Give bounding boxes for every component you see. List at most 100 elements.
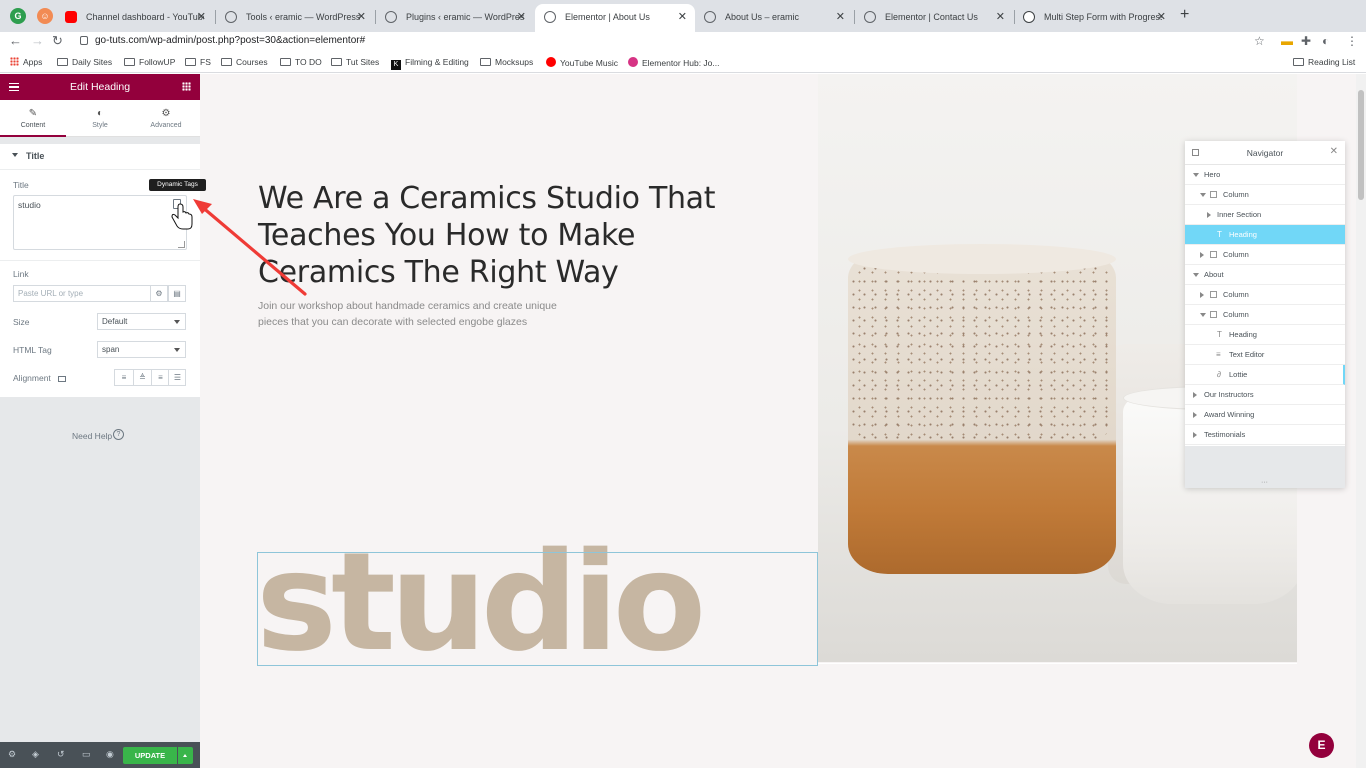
close-icon[interactable]: ✕ [1330,146,1338,157]
close-tab-icon[interactable]: ✕ [678,4,687,30]
align-left-icon[interactable]: ≡ [115,370,133,385]
bookmark-folder[interactable]: Tut Sites [331,57,379,68]
hero-heading[interactable]: We Are a Ceramics Studio That Teaches Yo… [258,180,728,291]
navigator-item-column[interactable]: Column [1185,245,1345,265]
bookmark-folder[interactable]: Daily Sites [57,57,112,68]
bookmark-folder[interactable]: FollowUP [124,57,175,68]
navigator-item-column[interactable]: Column [1185,285,1345,305]
bookmark-filming[interactable]: K Filming & Editing [391,57,469,70]
update-options-button[interactable] [178,747,193,764]
scrollbar-thumb[interactable] [1358,90,1364,200]
bookmark-elementor-hub[interactable]: Elementor Hub: Jo... [628,57,719,69]
link-dynamic-icon[interactable]: ▤ [168,285,186,302]
navigator-item-about[interactable]: About [1185,265,1345,285]
folder-icon [221,58,232,66]
help-circle-icon[interactable]: ? [113,429,124,440]
caret-right-icon [1193,412,1197,418]
navigator-item-hero[interactable]: Hero [1185,165,1345,185]
address-bar[interactable]: go-tuts.com/wp-admin/post.php?post=30&ac… [95,35,365,46]
bookmark-folder[interactable]: Mocksups [480,57,533,68]
panel-title: Edit Heading [69,81,131,93]
align-justify-icon[interactable]: ☰ [168,370,186,385]
menu-dots-icon[interactable]: ⋮ [1346,34,1358,48]
bookmark-folder[interactable]: TO DO [280,57,322,68]
forward-icon[interactable]: → [31,33,44,49]
tab-advanced[interactable]: ⚙ Advanced [133,100,199,137]
section-toggle-title[interactable]: Title [0,144,200,170]
new-tab-button[interactable]: + [1180,6,1189,24]
reload-icon[interactable]: ↻ [52,33,63,49]
extension-icon[interactable]: ▬ [1281,34,1293,48]
profile-icon[interactable]: ◐ [1322,34,1329,48]
resize-handle-icon[interactable]: ··· [1261,479,1268,486]
navigator-item-testimonials[interactable]: Testimonials [1185,425,1345,445]
browser-tab[interactable]: Plugins ‹ eramic — WordPress ✕ [376,4,534,32]
settings-icon[interactable]: ⚙ [8,749,16,760]
pinned-tab-icon[interactable]: ☺ [37,8,53,24]
size-select[interactable]: Default [97,313,186,330]
text-editor-icon: ≡ [1216,350,1221,359]
navigator-item-heading-selected[interactable]: T Heading [1185,225,1345,245]
selected-element-outline[interactable] [257,552,818,666]
responsive-icon[interactable]: ▭ [82,749,91,760]
navigator-item-column[interactable]: Column [1185,305,1345,325]
title-textarea[interactable]: studio [13,195,187,250]
hero-subtext[interactable]: Join our workshop about handmade ceramic… [258,298,568,330]
bookmark-apps[interactable]: Apps [10,57,42,68]
history-icon[interactable]: ↺ [57,749,65,760]
widgets-grid-icon[interactable] [182,82,191,91]
tab-style[interactable]: ◐ Style [67,100,133,137]
layers-icon[interactable]: ◈ [32,749,39,760]
elementor-logo-icon[interactable]: E [1309,733,1334,758]
alignment-label: Alignment [13,373,51,383]
html-tag-select[interactable]: span [97,341,186,358]
need-help-link[interactable]: Need Help [72,431,112,441]
navigator-header[interactable]: Navigator ✕ [1185,141,1345,165]
column-icon [1210,191,1217,198]
link-options-gear-icon[interactable]: ⚙ [150,285,168,302]
navigator-item-our-instructors[interactable]: Our Instructors [1185,385,1345,405]
pencil-icon: ✎ [28,108,38,119]
tab-content[interactable]: ✎ Content [0,100,66,137]
bookmark-folder[interactable]: Courses [221,57,268,68]
puzzle-icon[interactable]: ✚ [1301,34,1311,48]
navigator-item-column[interactable]: Column [1185,185,1345,205]
bookmark-star-icon[interactable]: ☆ [1254,34,1265,48]
close-tab-icon[interactable]: ✕ [996,4,1005,30]
globe-icon [385,11,397,23]
resize-grip-icon[interactable] [178,241,185,248]
browser-tab[interactable]: Channel dashboard - YouTube ✕ [56,4,214,32]
preview-eye-icon[interactable]: ◉ [106,749,114,760]
close-tab-icon[interactable]: ✕ [517,4,526,30]
reading-list[interactable]: Reading List [1293,57,1355,68]
align-center-icon[interactable]: ≜ [133,370,151,385]
navigator-item-award-winning[interactable]: Award Winning [1185,405,1345,425]
browser-tab[interactable]: About Us – eramic ✕ [695,4,853,32]
dynamic-tags-icon[interactable] [173,199,181,209]
editor-canvas[interactable]: We Are a Ceramics Studio That Teaches Yo… [200,74,1356,768]
update-button[interactable]: UPDATE [123,747,177,764]
lock-icon[interactable] [80,36,88,45]
bookmark-youtube-music[interactable]: YouTube Music [546,57,618,69]
close-tab-icon[interactable]: ✕ [357,4,366,30]
browser-tab[interactable]: Tools ‹ eramic — WordPress ✕ [216,4,374,32]
responsive-device-icon[interactable] [58,376,66,382]
align-right-icon[interactable]: ≡ [151,370,169,385]
browser-tab[interactable]: Multi Step Form with Progress ✕ [1014,4,1174,32]
browser-tab-active[interactable]: Elementor | About Us ✕ [535,4,695,32]
close-tab-icon[interactable]: ✕ [836,4,845,30]
close-tab-icon[interactable]: ✕ [1157,4,1166,30]
caret-down-icon [1200,193,1206,197]
pinned-tab-icon[interactable]: G [10,8,26,24]
page-scrollbar[interactable] [1356,74,1366,768]
close-tab-icon[interactable]: ✕ [197,4,206,30]
navigator-item-lottie[interactable]: ∂ Lottie [1185,365,1345,385]
navigator-item-text-editor[interactable]: ≡ Text Editor [1185,345,1345,365]
browser-tab[interactable]: Elementor | Contact Us ✕ [855,4,1013,32]
globe-icon [704,11,716,23]
navigator-item-inner-section[interactable]: Inner Section [1185,205,1345,225]
bookmark-folder[interactable]: FS [185,57,211,68]
link-input[interactable]: Paste URL or type [13,285,151,302]
navigator-item-heading[interactable]: T Heading [1185,325,1345,345]
back-icon[interactable]: ← [9,33,22,49]
